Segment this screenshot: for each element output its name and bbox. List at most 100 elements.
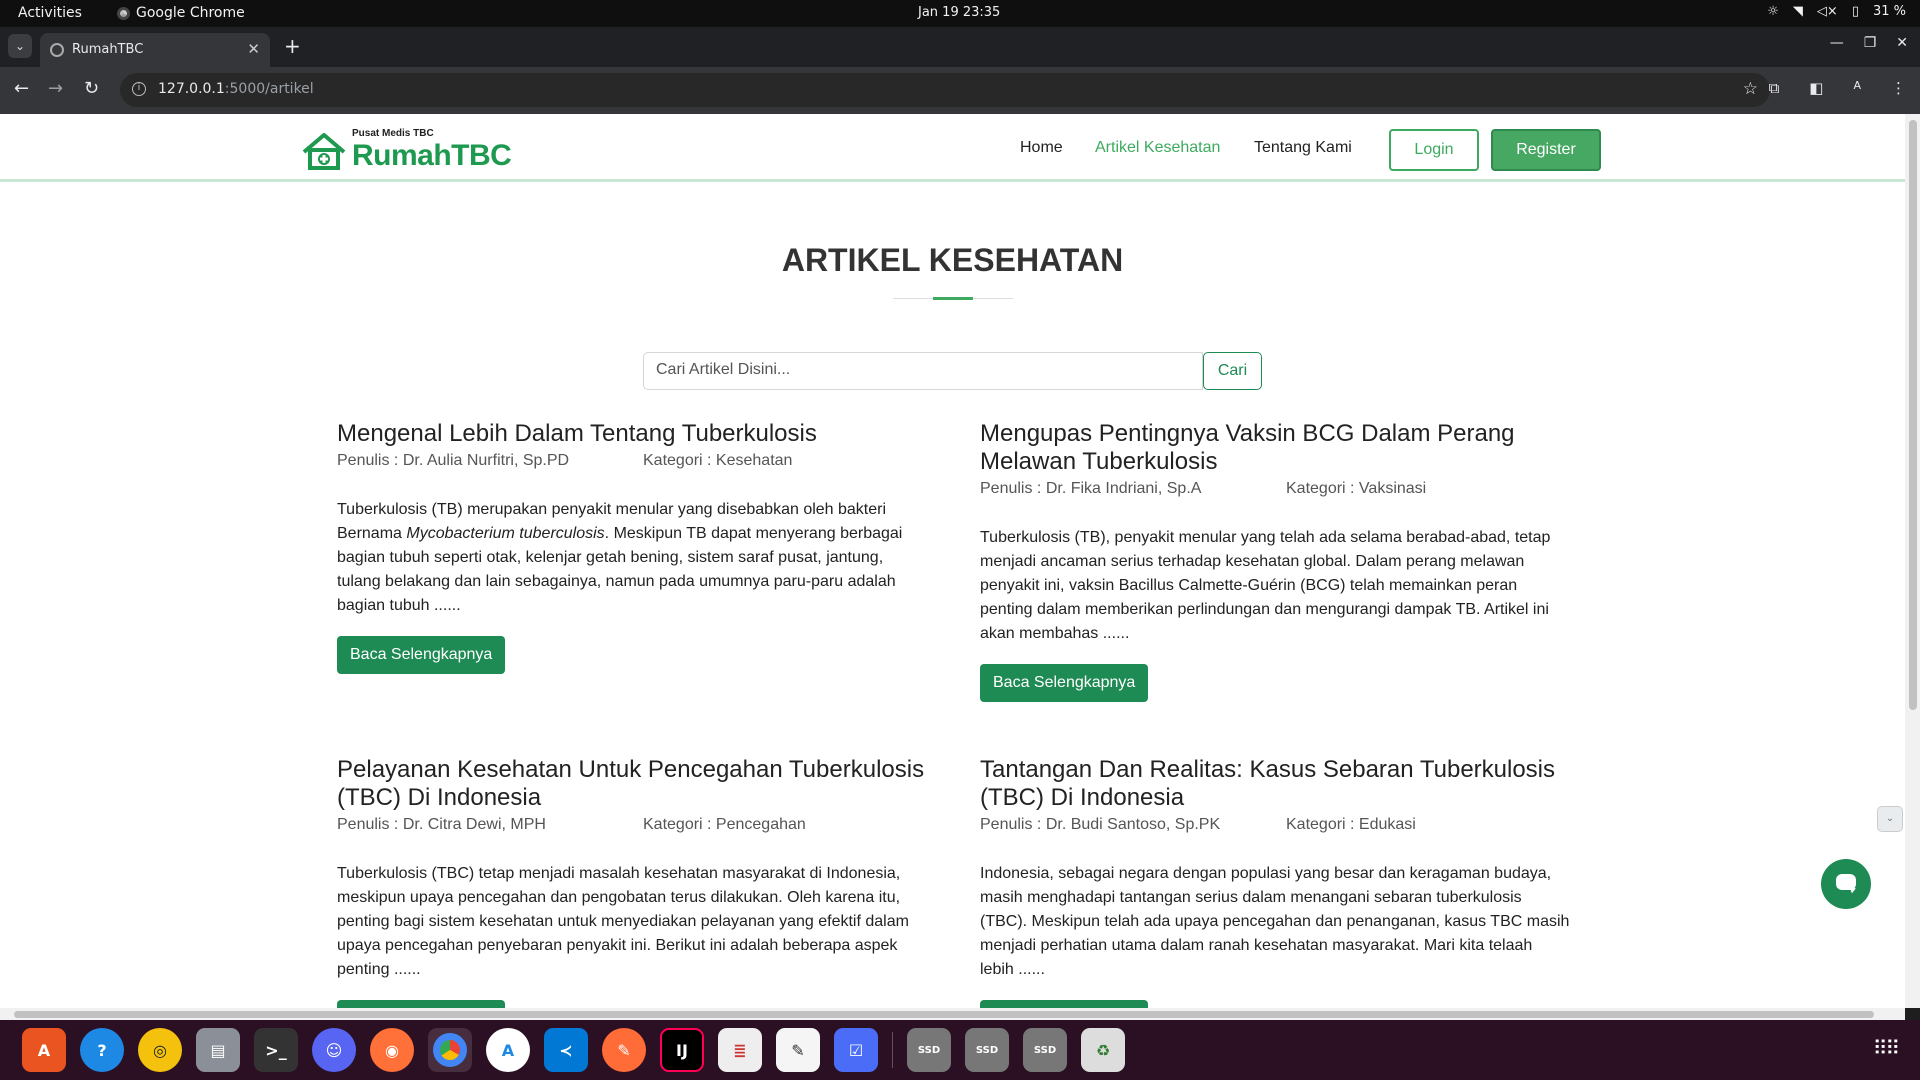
app-menu[interactable]: Google Chrome [117, 5, 245, 21]
article-title[interactable]: Mengenal Lebih Dalam Tentang Tuberkulosi… [337, 420, 927, 448]
register-button[interactable]: Register [1491, 129, 1601, 171]
logo-brand: RumahTBC [352, 139, 512, 172]
read-more-button[interactable]: Baca Selengkapnya [980, 1000, 1149, 1008]
article-author: Penulis : Dr. Budi Santoso, Sp.PK [980, 816, 1221, 833]
chrome-dock-icon[interactable] [428, 1028, 472, 1072]
discord-icon[interactable]: ☺ [312, 1028, 356, 1072]
read-more-button[interactable]: Baca Selengkapnya [337, 1000, 506, 1008]
read-more-button[interactable]: Baca Selengkapnya [337, 636, 506, 674]
tab-title: RumahTBC [72, 42, 144, 57]
search-input[interactable]: Cari Artikel Disini... [643, 352, 1203, 390]
article-category: Kategori : Edukasi [1286, 816, 1416, 833]
tab-rumahtbc[interactable]: RumahTBC ✕ [40, 33, 270, 67]
reload-icon[interactable]: ↻ [84, 78, 99, 99]
url-text[interactable]: 127.0.0.1:5000/artikel [158, 81, 314, 97]
ssd-drive-icon[interactable]: SSD [965, 1028, 1009, 1072]
trash-icon[interactable]: ♻ [1081, 1028, 1125, 1072]
browser-toolbar: ← → ↻ i 127.0.0.1:5000/artikel ☆ ⧉ ◧ A ⋮ [0, 67, 1920, 114]
clock[interactable]: Jan 19 23:35 [918, 5, 1000, 20]
extensions-icon[interactable]: ⧉ [1769, 79, 1780, 97]
side-panel-icon[interactable]: ◧ [1809, 79, 1823, 97]
bookmark-star-icon[interactable]: ☆ [1743, 79, 1758, 99]
article-card: Tantangan Dan Realitas: Kasus Sebaran Tu… [980, 756, 1570, 1008]
app-center-icon[interactable]: A [22, 1028, 66, 1072]
article-excerpt: Tuberkulosis (TB) merupakan penyakit men… [337, 498, 927, 618]
text-editor-icon[interactable]: ✎ [776, 1028, 820, 1072]
nav-tentang-kami[interactable]: Tentang Kami [1254, 139, 1352, 157]
article-meta: Penulis : Dr. Aulia Nurfitri, Sp.PD Kate… [337, 452, 927, 474]
tab-search-button[interactable]: ⌄ [8, 34, 32, 58]
scrollbar-thumb[interactable] [1909, 120, 1917, 710]
article-author: Penulis : Dr. Fika Indriani, Sp.A [980, 480, 1202, 497]
scrollbar-thumb[interactable] [14, 1011, 1874, 1018]
article-meta: Penulis : Dr. Budi Santoso, Sp.PK Katego… [980, 816, 1570, 838]
chat-button[interactable] [1821, 859, 1871, 909]
back-icon[interactable]: ← [14, 78, 29, 99]
wifi-icon: ◥ [1792, 4, 1803, 19]
article-meta: Penulis : Dr. Fika Indriani, Sp.A Katego… [980, 480, 1570, 502]
app-menu-label: Google Chrome [136, 5, 245, 21]
close-tab-icon[interactable]: ✕ [247, 40, 260, 58]
article-author: Penulis : Dr. Citra Dewi, MPH [337, 816, 546, 833]
forward-icon[interactable]: → [48, 78, 63, 99]
ssd-drive-icon[interactable]: SSD [1023, 1028, 1067, 1072]
logo-tagline: Pusat Medis TBC [352, 128, 434, 139]
site-navbar: Pusat Medis TBC RumahTBC Home Artikel Ke… [0, 114, 1905, 182]
horizontal-scrollbar[interactable] [0, 1008, 1905, 1020]
volume-muted-icon: ◁× [1816, 4, 1838, 19]
article-excerpt: Indonesia, sebagai negara dengan populas… [980, 865, 1570, 978]
system-tray[interactable]: ☼ ◥ ◁× ▯ 31 % [1767, 4, 1906, 19]
firefox-icon[interactable]: ◉ [370, 1028, 414, 1072]
article-title[interactable]: Mengupas Pentingnya Vaksin BCG Dalam Per… [980, 420, 1570, 476]
site-logo[interactable]: Pusat Medis TBC RumahTBC [302, 126, 512, 174]
article-author: Penulis : Dr. Aulia Nurfitri, Sp.PD [337, 452, 570, 469]
address-bar[interactable]: i 127.0.0.1:5000/artikel ☆ [120, 73, 1770, 107]
vscode-icon[interactable]: ≺ [544, 1028, 588, 1072]
chrome-icon [117, 6, 130, 20]
widget-toggle-icon[interactable]: ⌄ [1877, 806, 1903, 832]
app-store-icon[interactable]: A [486, 1028, 530, 1072]
profile-avatar[interactable]: A [1853, 79, 1861, 97]
article-card: Mengupas Pentingnya Vaksin BCG Dalam Per… [980, 420, 1570, 702]
minimize-icon[interactable]: — [1830, 35, 1844, 51]
vertical-scrollbar[interactable] [1905, 114, 1920, 1008]
restore-icon[interactable]: ❐ [1864, 35, 1877, 51]
new-tab-icon[interactable]: + [284, 34, 301, 58]
title-divider [893, 297, 1013, 300]
close-window-icon[interactable]: ✕ [1896, 35, 1908, 51]
globe-icon [50, 43, 64, 57]
activities-button[interactable]: Activities [18, 5, 82, 21]
house-logo-icon [302, 133, 346, 170]
rhythmbox-icon[interactable]: ◎ [138, 1028, 182, 1072]
nav-artikel-kesehatan[interactable]: Artikel Kesehatan [1095, 139, 1220, 157]
tasks-icon[interactable]: ☑ [834, 1028, 878, 1072]
postman-icon[interactable]: ✎ [602, 1028, 646, 1072]
read-more-button[interactable]: Baca Selengkapnya [980, 664, 1149, 702]
toolbar-icons: ⧉ ◧ A ⋮ [1769, 79, 1906, 97]
document-viewer-icon[interactable]: ≣ [718, 1028, 762, 1072]
ssd-drive-icon[interactable]: SSD [907, 1028, 951, 1072]
terminal-icon[interactable]: >_ [254, 1028, 298, 1072]
kebab-menu-icon[interactable]: ⋮ [1891, 79, 1906, 97]
article-excerpt: Tuberkulosis (TBC) tetap menjadi masalah… [337, 865, 909, 978]
article-excerpt: Tuberkulosis (TB), penyakit menular yang… [980, 529, 1551, 642]
article-title[interactable]: Tantangan Dan Realitas: Kasus Sebaran Tu… [980, 756, 1570, 812]
help-icon[interactable]: ? [80, 1028, 124, 1072]
chevron-down-icon: ⌄ [14, 39, 26, 53]
window-controls: — ❐ ✕ [1830, 35, 1908, 51]
show-apps-icon[interactable]: ⠿⠿ [1873, 1036, 1900, 1060]
article-title[interactable]: Pelayanan Kesehatan Untuk Pencegahan Tub… [337, 756, 927, 812]
tab-strip: ⌄ RumahTBC ✕ + — ❐ ✕ [0, 27, 1920, 67]
dock-separator [892, 1032, 893, 1068]
files-icon[interactable]: ▤ [196, 1028, 240, 1072]
site-info-icon[interactable]: i [132, 82, 146, 96]
search-button[interactable]: Cari [1203, 352, 1262, 390]
dock: A ? ◎ ▤ >_ ☺ ◉ A ≺ ✎ IJ ≣ ✎ ☑ SSD SSD SS… [0, 1020, 1920, 1080]
intellij-icon[interactable]: IJ [660, 1028, 704, 1072]
title-divider-accent [933, 297, 973, 300]
battery-percentage: 31 % [1872, 4, 1906, 19]
excerpt-italic: Mycobacterium tuberculosis [406, 525, 605, 542]
nav-home[interactable]: Home [1020, 139, 1063, 157]
article-category: Kategori : Pencegahan [643, 816, 806, 833]
login-button[interactable]: Login [1389, 129, 1479, 171]
